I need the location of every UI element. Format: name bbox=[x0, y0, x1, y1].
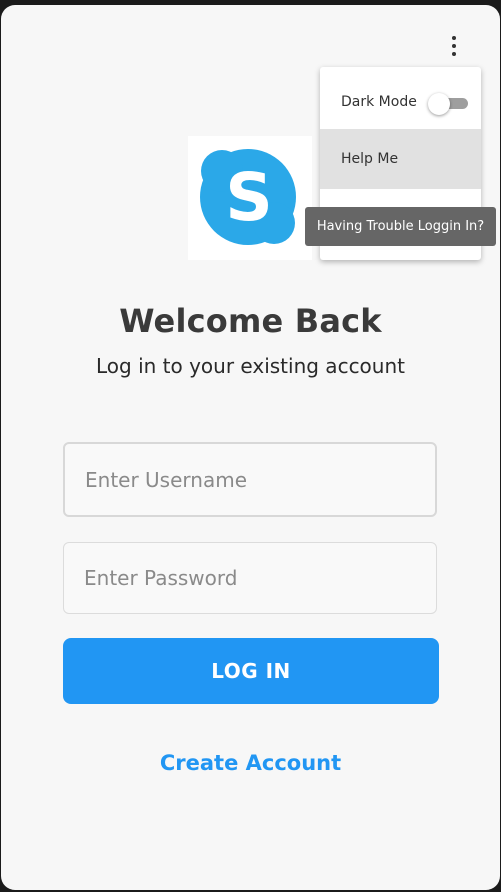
logo-letter: S bbox=[225, 159, 273, 236]
password-input[interactable] bbox=[63, 542, 437, 614]
skype-logo-icon: S bbox=[200, 149, 296, 245]
menu-item-help[interactable]: Help Me bbox=[320, 129, 481, 189]
app-window: S Welcome Back Log in to your existing a… bbox=[1, 5, 500, 890]
toggle-knob bbox=[428, 93, 450, 115]
page-subtitle: Log in to your existing account bbox=[95, 354, 405, 378]
menu-item-dark-mode[interactable]: Dark Mode bbox=[320, 67, 481, 129]
more-vertical-icon[interactable] bbox=[445, 35, 463, 61]
dark-mode-toggle[interactable] bbox=[428, 93, 468, 115]
help-label: Help Me bbox=[341, 151, 399, 167]
dark-mode-label: Dark Mode bbox=[341, 94, 417, 110]
login-button[interactable]: LOG IN bbox=[63, 638, 439, 704]
username-input[interactable] bbox=[63, 442, 437, 517]
page-title: Welcome Back bbox=[119, 302, 382, 340]
skype-logo: S bbox=[188, 136, 312, 260]
create-account-link[interactable]: Create Account bbox=[1, 751, 500, 775]
help-tooltip: Having Trouble Loggin In? bbox=[305, 207, 496, 246]
